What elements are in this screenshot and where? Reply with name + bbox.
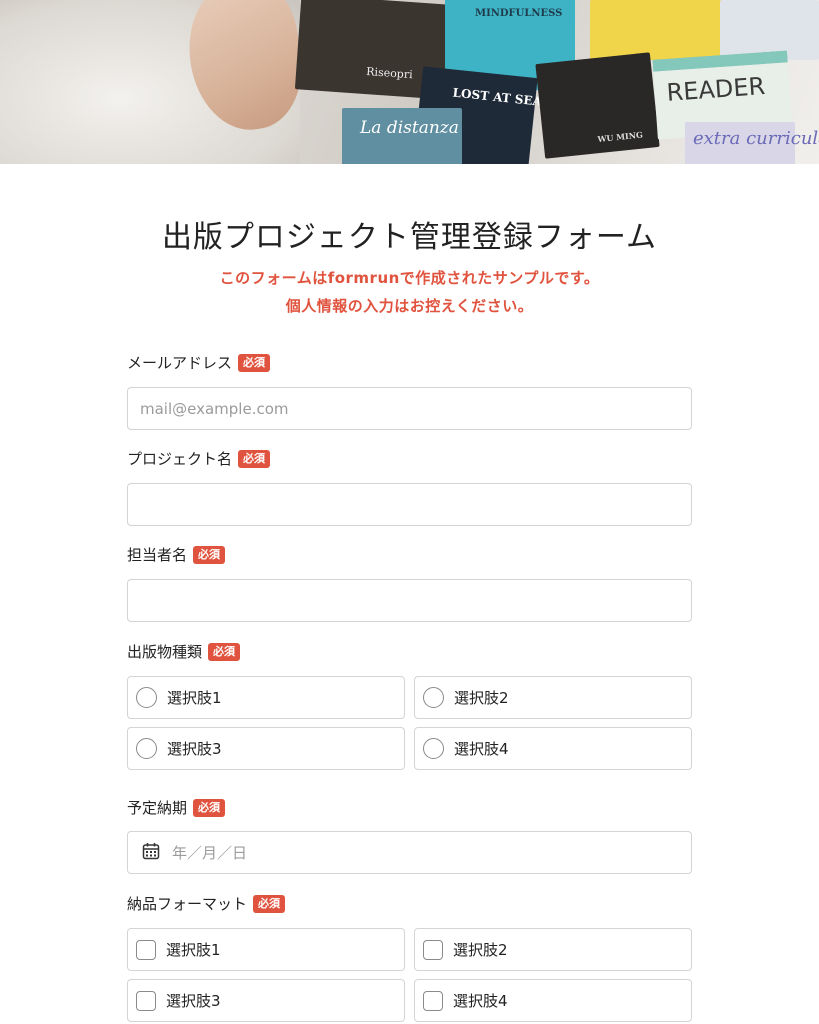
manager-name-label-text: 担当者名: [127, 546, 188, 564]
checkbox[interactable]: [423, 990, 443, 1011]
publication-type-option-1[interactable]: 選択肢1: [127, 676, 405, 719]
magazine-cover: [590, 0, 740, 60]
option-label: 選択肢2: [454, 689, 509, 707]
publication-type-option-3[interactable]: 選択肢3: [127, 727, 405, 770]
checkbox[interactable]: [423, 939, 443, 960]
radio-button[interactable]: [423, 687, 444, 708]
form-title: 出版プロジェクト管理登録フォーム: [161, 220, 658, 255]
delivery-format-label: 納品フォーマット 必須: [127, 893, 286, 914]
date-placeholder: 年／月／日: [172, 844, 248, 862]
delivery-format-option-2[interactable]: 選択肢2: [414, 928, 692, 971]
publication-type-label-text: 出版物種類: [127, 643, 203, 661]
radio-button[interactable]: [136, 687, 157, 708]
radio-button[interactable]: [136, 738, 157, 759]
email-label-text: メールアドレス: [127, 354, 233, 372]
required-badge: 必須: [238, 449, 271, 468]
project-name-label-text: プロジェクト名: [127, 450, 233, 468]
project-name-input[interactable]: [127, 483, 692, 526]
publication-type-option-2[interactable]: 選択肢2: [414, 676, 692, 719]
email-label: メールアドレス 必須: [127, 352, 271, 373]
required-badge: 必須: [193, 798, 226, 817]
project-name-label: プロジェクト名 必須: [127, 448, 271, 469]
due-date-label: 予定納期 必須: [127, 797, 226, 818]
magazine-cover: WU MING: [535, 52, 660, 159]
radio-button[interactable]: [423, 738, 444, 759]
magazine-title: MINDFULNESS: [475, 8, 563, 19]
option-label: 選択肢4: [454, 740, 509, 758]
delivery-format-option-3[interactable]: 選択肢3: [127, 979, 405, 1022]
manager-name-label: 担当者名 必須: [127, 544, 226, 565]
publication-type-label: 出版物種類 必須: [127, 641, 241, 662]
option-label: 選択肢2: [453, 941, 508, 959]
manager-name-input[interactable]: [127, 579, 692, 622]
privacy-notice: 個人情報の入力はお控えください。: [285, 297, 534, 315]
delivery-format-option-4[interactable]: 選択肢4: [414, 979, 692, 1022]
option-label: 選択肢3: [166, 992, 221, 1010]
magazine-cover: La distanza: [342, 108, 462, 164]
option-label: 選択肢1: [167, 689, 222, 707]
calendar-icon: [142, 842, 160, 864]
required-badge: 必須: [238, 353, 271, 372]
option-label: 選択肢3: [167, 740, 222, 758]
due-date-label-text: 予定納期: [127, 799, 188, 817]
magazine-title: Riseopri: [365, 65, 414, 82]
magazine-title: READER: [665, 72, 767, 107]
required-badge: 必須: [208, 642, 241, 661]
checkbox[interactable]: [136, 990, 156, 1011]
magazine-title: WU MING: [596, 129, 644, 145]
option-label: 選択肢4: [453, 992, 508, 1010]
email-input[interactable]: [127, 387, 692, 430]
required-badge: 必須: [193, 545, 226, 564]
magazine-cover: extra curricular: [685, 122, 819, 164]
option-label: 選択肢1: [166, 941, 221, 959]
publication-type-option-4[interactable]: 選択肢4: [414, 727, 692, 770]
due-date-input[interactable]: 年／月／日: [127, 831, 692, 874]
header-image: Riseopri MINDFULNESS LOST AT SEA La dist…: [0, 0, 819, 164]
magazine-title: extra curricular: [693, 128, 819, 149]
sample-notice: このフォームはformrunで作成されたサンプルです。: [219, 269, 600, 287]
required-badge: 必須: [253, 894, 286, 913]
delivery-format-option-1[interactable]: 選択肢1: [127, 928, 405, 971]
magazine-title: LOST AT SEA: [451, 85, 543, 109]
magazine-title: La distanza: [360, 118, 459, 138]
checkbox[interactable]: [136, 939, 156, 960]
delivery-format-label-text: 納品フォーマット: [127, 895, 248, 913]
